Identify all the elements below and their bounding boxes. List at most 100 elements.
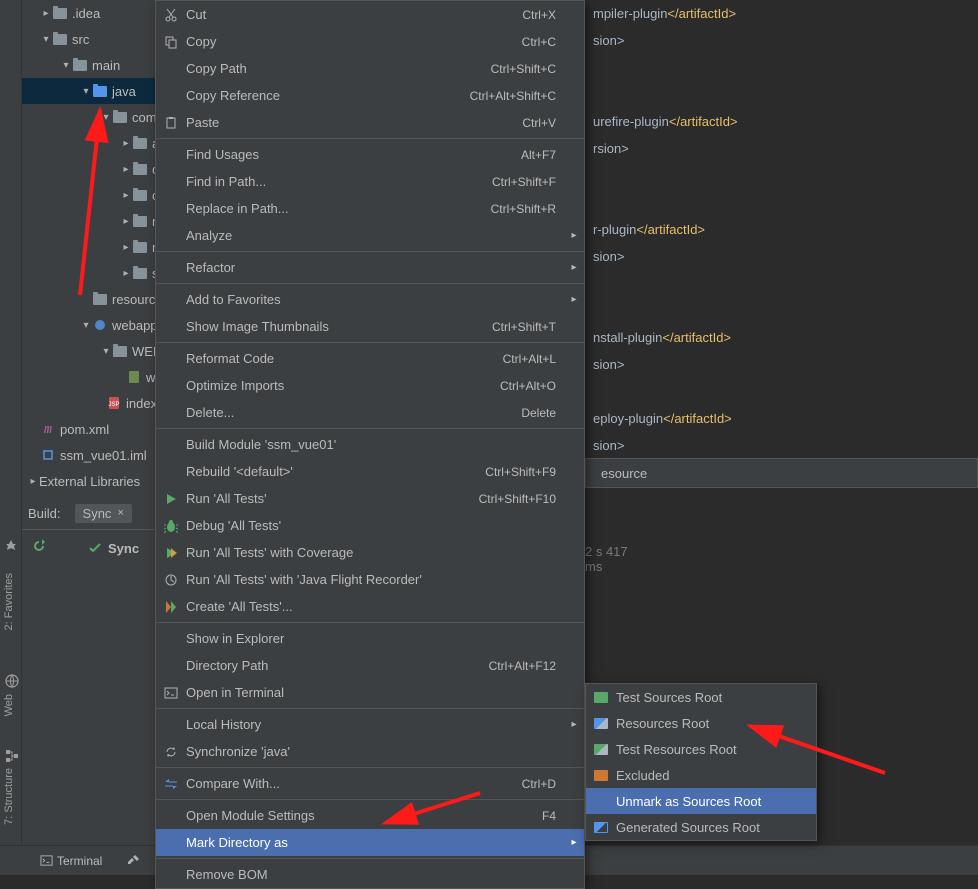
submenu-item-unmark-sources[interactable]: Unmark as Sources Root (586, 788, 816, 814)
menu-item-analyze[interactable]: Analyze ▸ (156, 222, 584, 249)
submenu-arrow-icon: ▸ (564, 230, 584, 241)
menu-item-refactor[interactable]: Refactor ▸ (156, 254, 584, 281)
package-icon (132, 239, 148, 255)
submenu-arrow-icon: ▸ (564, 262, 584, 273)
expand-arrow-icon[interactable]: ▸ (120, 242, 132, 253)
menu-item-local-history[interactable]: Local History ▸ (156, 711, 584, 738)
menu-item-rebuild[interactable]: Rebuild '<default>' Ctrl+Shift+F9 (156, 458, 584, 485)
submenu-item-generated-sources[interactable]: Generated Sources Root (586, 814, 816, 840)
menu-item-open-module-settings[interactable]: Open Module Settings F4 (156, 802, 584, 829)
generated-sources-icon (586, 822, 616, 833)
jsp-file-icon: JSP (106, 395, 122, 411)
menu-item-reformat[interactable]: Reformat Code Ctrl+Alt+L (156, 345, 584, 372)
tree-label: ssm_vue01.iml (60, 448, 147, 463)
expand-arrow-icon[interactable]: ▸ (120, 190, 132, 201)
test-sources-icon (586, 692, 616, 703)
menu-item-copy-reference[interactable]: Copy Reference Ctrl+Alt+Shift+C (156, 82, 584, 109)
coverage-icon (156, 547, 186, 559)
submenu-item-excluded[interactable]: Excluded (586, 762, 816, 788)
expand-arrow-icon[interactable]: ▸ (40, 8, 52, 19)
menu-item-mark-directory-as[interactable]: Mark Directory as ▸ (156, 829, 584, 856)
menu-item-run-coverage[interactable]: Run 'All Tests' with Coverage (156, 539, 584, 566)
submenu-item-test-resources[interactable]: Test Resources Root (586, 736, 816, 762)
menu-item-build-module[interactable]: Build Module 'ssm_vue01' (156, 431, 584, 458)
menu-item-synchronize[interactable]: Synchronize 'java' (156, 738, 584, 765)
rail-web[interactable]: Web (0, 686, 18, 724)
menu-item-directory-path[interactable]: Directory Path Ctrl+Alt+F12 (156, 652, 584, 679)
tree-label: pom.xml (60, 422, 109, 437)
package-icon (132, 213, 148, 229)
menu-item-copy[interactable]: Copy Ctrl+C (156, 28, 584, 55)
copy-icon (156, 35, 186, 49)
submenu-item-resources[interactable]: Resources Root (586, 710, 816, 736)
package-icon (132, 265, 148, 281)
submenu-arrow-icon: ▸ (564, 837, 584, 848)
jfr-icon (156, 573, 186, 587)
menu-item-open-terminal[interactable]: Open in Terminal (156, 679, 584, 706)
submenu-arrow-icon: ▸ (564, 719, 584, 730)
context-menu: Cut Ctrl+X Copy Ctrl+C Copy Path Ctrl+Sh… (155, 0, 585, 889)
menu-item-copy-path[interactable]: Copy Path Ctrl+Shift+C (156, 55, 584, 82)
close-icon[interactable]: × (117, 507, 123, 519)
tool-window-rail: 2: Favorites Web 7: Structure (0, 0, 22, 845)
compare-icon (156, 777, 186, 791)
expand-arrow-icon[interactable]: ▾ (100, 112, 112, 123)
menu-item-add-favorites[interactable]: Add to Favorites ▸ (156, 286, 584, 313)
folder-icon (52, 5, 68, 21)
rail-structure[interactable]: 7: Structure (0, 760, 18, 833)
menu-item-create-tests[interactable]: Create 'All Tests'... (156, 593, 584, 620)
svg-text:JSP: JSP (108, 402, 119, 408)
tree-label: External Libraries (39, 474, 140, 489)
debug-icon (156, 519, 186, 533)
expand-arrow-icon[interactable]: ▾ (60, 60, 72, 71)
expand-arrow-icon[interactable]: ▸ (120, 164, 132, 175)
mark-directory-submenu: Test Sources Root Resources Root Test Re… (585, 683, 817, 841)
menu-item-delete[interactable]: Delete... Delete (156, 399, 584, 426)
build-tool-button[interactable] (126, 853, 141, 868)
expand-arrow-icon[interactable]: ▸ (120, 216, 132, 227)
folder-icon (92, 291, 108, 307)
menu-item-find-usages[interactable]: Find Usages Alt+F7 (156, 141, 584, 168)
rail-favorites[interactable]: 2: Favorites (0, 565, 18, 638)
terminal-icon (156, 686, 186, 700)
web-folder-icon (92, 317, 108, 333)
build-time: 2 s 417 ms (585, 544, 628, 574)
menu-item-run[interactable]: Run 'All Tests' Ctrl+Shift+F10 (156, 485, 584, 512)
submenu-arrow-icon: ▸ (564, 294, 584, 305)
submenu-item-test-sources[interactable]: Test Sources Root (586, 684, 816, 710)
create-icon (156, 601, 186, 613)
menu-item-show-thumbnails[interactable]: Show Image Thumbnails Ctrl+Shift+T (156, 313, 584, 340)
folder-icon (112, 343, 128, 359)
menu-item-find-in-path[interactable]: Find in Path... Ctrl+Shift+F (156, 168, 584, 195)
terminal-tool-button[interactable]: Terminal (40, 854, 102, 868)
menu-item-cut[interactable]: Cut Ctrl+X (156, 1, 584, 28)
build-output: 2 s 417 ms (585, 488, 978, 588)
folder-icon (52, 31, 68, 47)
menu-item-optimize-imports[interactable]: Optimize Imports Ctrl+Alt+O (156, 372, 584, 399)
terminal-icon (40, 854, 53, 867)
expand-arrow-icon[interactable]: ▾ (40, 34, 52, 45)
menu-item-run-jfr[interactable]: Run 'All Tests' with 'Java Flight Record… (156, 566, 584, 593)
menu-item-paste[interactable]: Paste Ctrl+V (156, 109, 584, 136)
menu-item-compare[interactable]: Compare With... Ctrl+D (156, 770, 584, 797)
build-tab[interactable]: Sync × (75, 504, 132, 523)
tree-label: main (92, 58, 120, 73)
lower-tab[interactable]: esource (585, 458, 978, 488)
pin-icon[interactable] (1, 536, 21, 556)
expand-arrow-icon[interactable]: ▸ (120, 268, 132, 279)
menu-item-show-explorer[interactable]: Show in Explorer (156, 625, 584, 652)
expand-arrow-icon[interactable]: ▾ (80, 86, 92, 97)
tree-label: index (126, 396, 157, 411)
expand-arrow-icon[interactable]: ▾ (100, 346, 112, 357)
expand-arrow-icon[interactable]: ▸ (27, 476, 39, 487)
expand-arrow-icon[interactable]: ▾ (80, 320, 92, 331)
maven-icon: m (40, 421, 56, 437)
check-icon (88, 541, 102, 555)
module-file-icon (40, 447, 56, 463)
editor-area[interactable]: mpiler-plugin</artifactId> sion> urefire… (585, 0, 978, 460)
expand-arrow-icon[interactable]: ▸ (120, 138, 132, 149)
menu-item-debug[interactable]: Debug 'All Tests' (156, 512, 584, 539)
package-icon (132, 135, 148, 151)
menu-item-replace-in-path[interactable]: Replace in Path... Ctrl+Shift+R (156, 195, 584, 222)
tree-label: src (72, 32, 89, 47)
